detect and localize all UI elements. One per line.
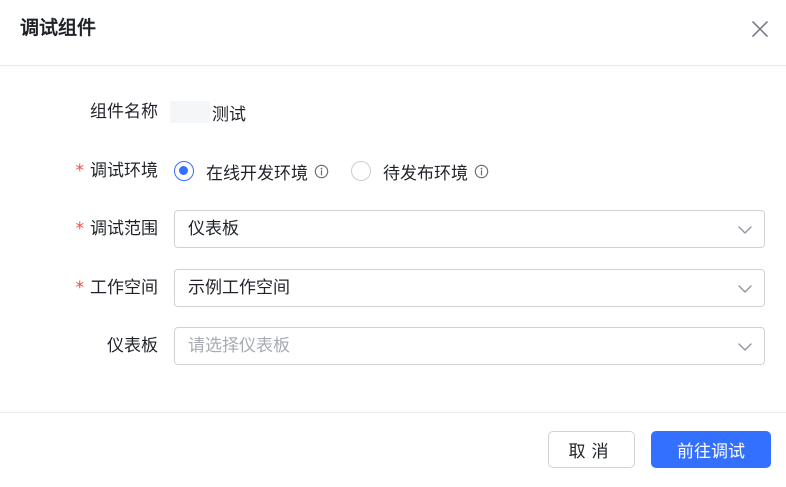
scope-label: * 调试范围 <box>75 219 159 239</box>
component-name-row: 组件名称 测试 <box>0 93 786 131</box>
dashboard-select[interactable]: 请选择仪表板 <box>174 327 765 365</box>
chevron-down-icon <box>738 285 752 293</box>
debug-component-dialog: 调试组件 组件名称 测试 * 调试环境 在线开发环境 待发布环境 * 调试范围 … <box>0 0 786 486</box>
component-name-value: 测试 <box>170 93 246 131</box>
dialog-header: 调试组件 <box>0 0 786 66</box>
dashboard-label: 仪表板 <box>107 336 158 356</box>
dashboard-select-placeholder: 请选择仪表板 <box>188 336 290 356</box>
close-icon[interactable] <box>750 19 770 39</box>
workspace-select[interactable]: 示例工作空间 <box>174 269 765 307</box>
component-name-text: 测试 <box>212 104 246 125</box>
scope-select-value: 仪表板 <box>188 219 239 239</box>
environment-row: * 调试环境 在线开发环境 待发布环境 <box>0 152 786 190</box>
environment-label: * 调试环境 <box>75 161 159 181</box>
info-icon[interactable] <box>474 164 489 179</box>
radio-circle-checked[interactable] <box>174 161 194 181</box>
go-debug-button[interactable]: 前往调试 <box>651 431 771 468</box>
info-icon[interactable] <box>314 164 329 179</box>
radio-pre-release[interactable]: 待发布环境 <box>351 159 489 184</box>
chevron-down-icon <box>738 226 752 234</box>
required-mark: * <box>75 161 85 181</box>
workspace-label: * 工作空间 <box>75 278 159 298</box>
chevron-down-icon <box>738 343 752 351</box>
radio-pre-release-label: 待发布环境 <box>383 163 468 184</box>
radio-online-dev-label: 在线开发环境 <box>206 163 308 184</box>
component-name-label: 组件名称 <box>90 102 158 122</box>
environment-radio-group: 在线开发环境 待发布环境 <box>174 152 511 190</box>
required-mark: * <box>75 278 85 298</box>
dashboard-row: 仪表板 请选择仪表板 <box>0 327 786 365</box>
radio-circle-unchecked[interactable] <box>351 161 371 181</box>
cancel-button[interactable]: 取消 <box>548 431 635 468</box>
scope-row: * 调试范围 仪表板 <box>0 210 786 248</box>
redacted-block <box>170 101 210 123</box>
dialog-title: 调试组件 <box>20 17 97 39</box>
scope-select[interactable]: 仪表板 <box>174 210 765 248</box>
radio-online-dev[interactable]: 在线开发环境 <box>174 159 329 184</box>
required-mark: * <box>75 219 85 239</box>
dialog-footer: 取消 前往调试 <box>0 412 786 487</box>
workspace-select-value: 示例工作空间 <box>188 278 290 298</box>
workspace-row: * 工作空间 示例工作空间 <box>0 269 786 307</box>
